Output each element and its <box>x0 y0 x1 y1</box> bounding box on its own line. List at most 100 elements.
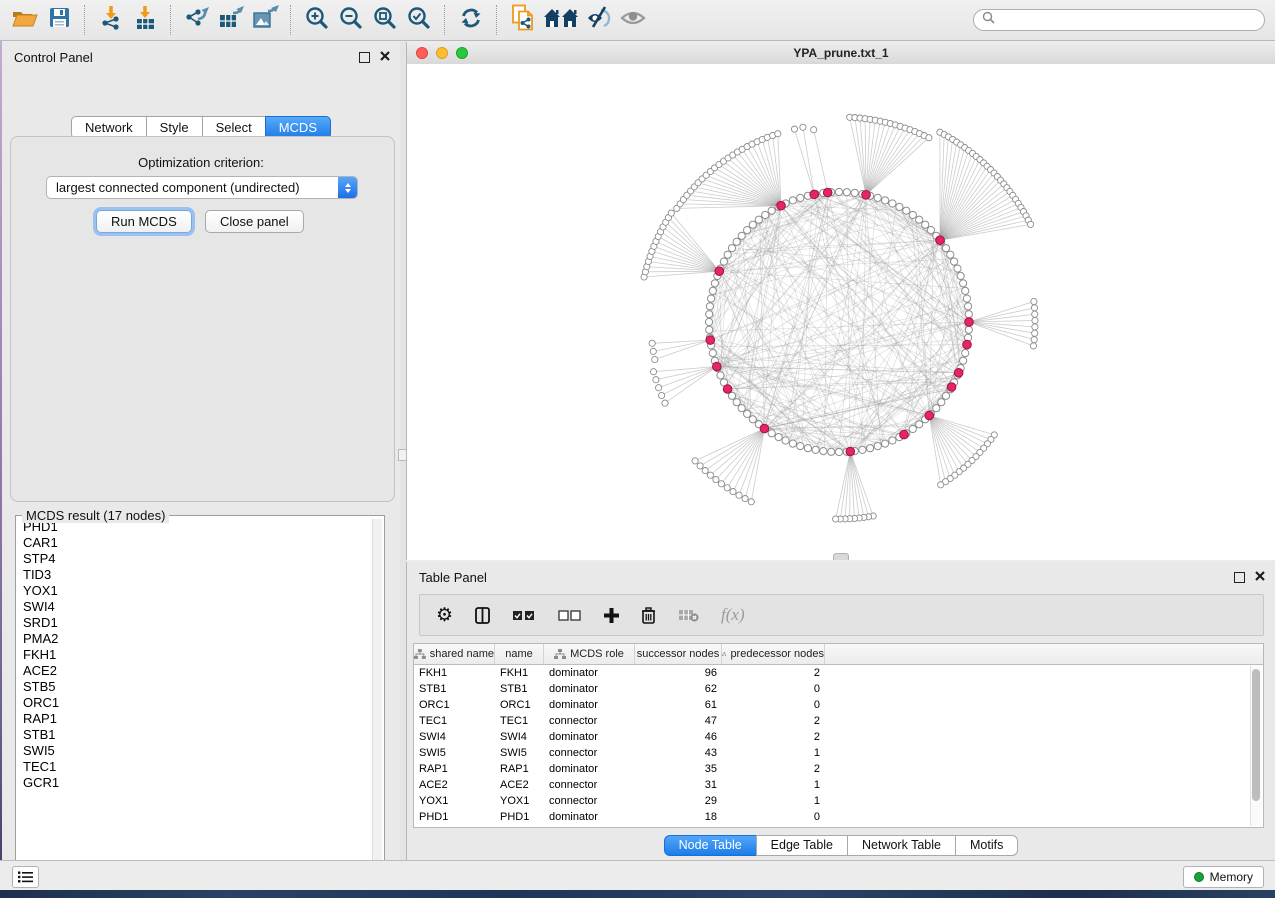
refresh-button[interactable] <box>454 4 488 36</box>
table-cell[interactable]: SWI4 <box>414 729 495 745</box>
table-cell[interactable]: TEC1 <box>414 713 495 729</box>
result-list-scrollbar[interactable] <box>372 519 382 876</box>
table-cell[interactable]: dominator <box>544 697 635 713</box>
table-cell[interactable]: 2 <box>722 713 825 729</box>
mcds-result-item[interactable]: GCR1 <box>18 775 372 791</box>
table-scrollbar-thumb[interactable] <box>1252 669 1260 801</box>
table-cell[interactable]: 0 <box>722 809 825 825</box>
export-table-button[interactable] <box>214 4 248 36</box>
table-cell[interactable]: dominator <box>544 665 635 681</box>
table-settings-gear-icon[interactable]: ⚙ <box>436 606 453 625</box>
close-panel-icon[interactable] <box>1255 568 1265 586</box>
table-cell[interactable]: PHD1 <box>414 809 495 825</box>
table-cell[interactable]: STB1 <box>414 681 495 697</box>
show-panels-button[interactable] <box>12 866 39 888</box>
table-cell[interactable]: connector <box>544 713 635 729</box>
column-header-predecessor-nodes[interactable]: predecessor nodes <box>722 644 825 664</box>
table-cell[interactable]: SWI4 <box>495 729 544 745</box>
table-cell[interactable]: YOX1 <box>495 793 544 809</box>
table-cell[interactable]: 47 <box>635 713 722 729</box>
import-network-button[interactable] <box>94 4 128 36</box>
tab-motifs[interactable]: Motifs <box>955 835 1018 856</box>
show-eye-button[interactable] <box>616 4 650 36</box>
table-cell[interactable]: TEC1 <box>495 713 544 729</box>
create-column-plus-icon[interactable] <box>604 608 619 623</box>
table-cell[interactable]: SWI5 <box>495 745 544 761</box>
home-pages-button[interactable] <box>540 4 582 36</box>
mcds-result-item[interactable]: STB5 <box>18 679 372 695</box>
network-split-grip[interactable] <box>833 553 849 560</box>
mcds-result-item[interactable]: STB1 <box>18 727 372 743</box>
table-cell[interactable]: 62 <box>635 681 722 697</box>
table-cell[interactable]: YOX1 <box>414 793 495 809</box>
save-session-button[interactable] <box>42 4 76 36</box>
table-cell[interactable]: RAP1 <box>495 761 544 777</box>
table-cell[interactable]: 2 <box>722 665 825 681</box>
column-header-shared-name[interactable]: shared name <box>414 644 495 664</box>
close-panel-button[interactable]: Close panel <box>205 210 304 233</box>
table-cell[interactable]: dominator <box>544 809 635 825</box>
float-panel-icon[interactable] <box>1234 572 1245 583</box>
optimization-criterion-select[interactable]: largest connected component (undirected) <box>46 176 358 199</box>
table-cell[interactable]: STB1 <box>495 681 544 697</box>
import-table-button[interactable] <box>128 4 162 36</box>
table-cell[interactable]: 43 <box>635 745 722 761</box>
select-all-rows-icon[interactable] <box>512 610 536 621</box>
table-row[interactable]: ORC1ORC1dominator610 <box>414 697 1263 713</box>
table-row[interactable]: STB1STB1dominator620 <box>414 681 1263 697</box>
memory-button[interactable]: Memory <box>1183 866 1264 888</box>
table-cell[interactable]: 1 <box>722 745 825 761</box>
mcds-result-item[interactable]: SRD1 <box>18 615 372 631</box>
table-cell[interactable]: connector <box>544 777 635 793</box>
zoom-fit-button[interactable] <box>368 4 402 36</box>
column-header-successor-nodes[interactable]: successor nodes <box>635 644 722 664</box>
column-visibility-icon[interactable] <box>475 607 490 624</box>
table-cell[interactable]: dominator <box>544 681 635 697</box>
table-cell[interactable]: 46 <box>635 729 722 745</box>
table-cell[interactable]: 1 <box>722 777 825 793</box>
deselect-all-rows-icon[interactable] <box>558 610 582 621</box>
table-cell[interactable]: SWI5 <box>414 745 495 761</box>
table-row[interactable]: PHD1PHD1dominator180 <box>414 809 1263 825</box>
float-panel-icon[interactable] <box>359 52 370 63</box>
zoom-selected-button[interactable] <box>402 4 436 36</box>
mcds-result-item[interactable]: ORC1 <box>18 695 372 711</box>
table-row[interactable]: RAP1RAP1dominator352 <box>414 761 1263 777</box>
table-cell[interactable]: 1 <box>722 793 825 809</box>
mcds-result-item[interactable]: SWI4 <box>18 599 372 615</box>
column-header-mcds-role[interactable]: MCDS role <box>544 644 635 664</box>
table-row[interactable]: YOX1YOX1connector291 <box>414 793 1263 809</box>
table-cell[interactable]: dominator <box>544 729 635 745</box>
delete-column-trash-icon[interactable] <box>641 607 656 624</box>
mcds-result-item[interactable]: PMA2 <box>18 631 372 647</box>
table-row[interactable]: FKH1FKH1dominator962 <box>414 665 1263 681</box>
mcds-result-item[interactable]: CAR1 <box>18 535 372 551</box>
table-scrollbar[interactable] <box>1250 665 1262 826</box>
table-row[interactable]: SWI5SWI5connector431 <box>414 745 1263 761</box>
table-cell[interactable]: PHD1 <box>495 809 544 825</box>
table-cell[interactable]: connector <box>544 793 635 809</box>
table-cell[interactable]: RAP1 <box>414 761 495 777</box>
table-cell[interactable]: ORC1 <box>495 697 544 713</box>
table-cell[interactable]: 31 <box>635 777 722 793</box>
tab-network-table[interactable]: Network Table <box>847 835 956 856</box>
export-network-button[interactable] <box>180 4 214 36</box>
table-cell[interactable]: connector <box>544 745 635 761</box>
tab-edge-table[interactable]: Edge Table <box>756 835 848 856</box>
network-canvas[interactable] <box>407 64 1275 560</box>
table-row[interactable]: SWI4SWI4dominator462 <box>414 729 1263 745</box>
table-cell[interactable]: ACE2 <box>495 777 544 793</box>
zoom-out-button[interactable] <box>334 4 368 36</box>
table-cell[interactable]: 2 <box>722 729 825 745</box>
zoom-in-button[interactable] <box>300 4 334 36</box>
table-cell[interactable]: 35 <box>635 761 722 777</box>
mcds-result-item[interactable]: TID3 <box>18 567 372 583</box>
table-cell[interactable]: FKH1 <box>495 665 544 681</box>
mcds-result-item[interactable]: STP4 <box>18 551 372 567</box>
mcds-result-item[interactable]: YOX1 <box>18 583 372 599</box>
run-mcds-button[interactable]: Run MCDS <box>96 210 192 233</box>
table-cell[interactable]: 2 <box>722 761 825 777</box>
search-input[interactable] <box>1000 12 1256 28</box>
network-titlebar[interactable]: YPA_prune.txt_1 <box>407 42 1275 65</box>
mcds-result-item[interactable]: ACE2 <box>18 663 372 679</box>
